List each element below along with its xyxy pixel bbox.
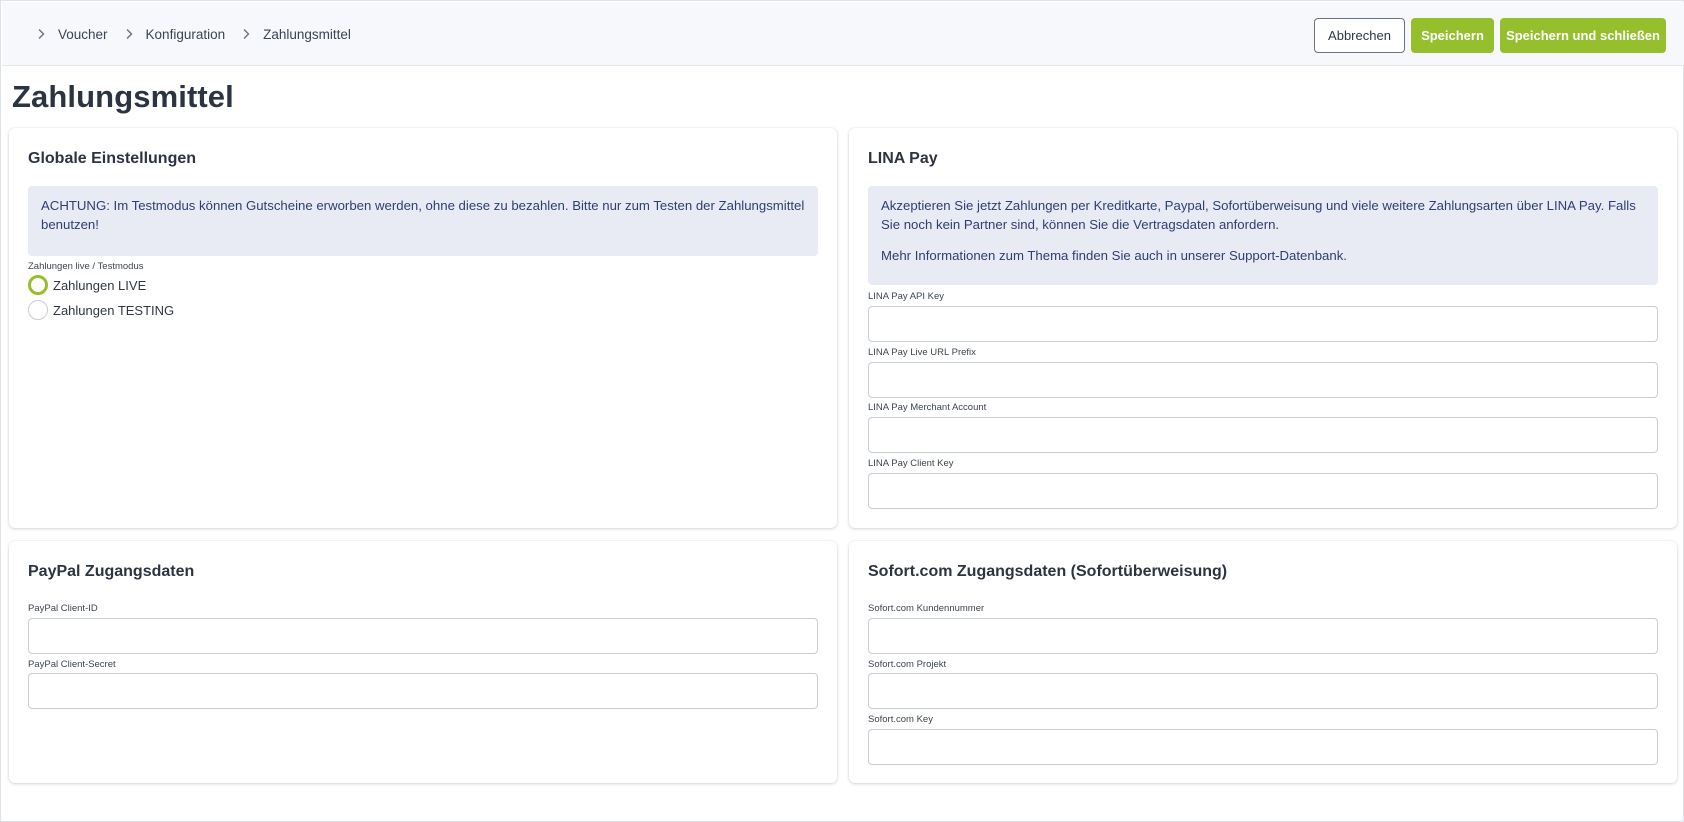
sofort-customer-number-input[interactable] bbox=[868, 618, 1658, 654]
paypal-client-id-input[interactable] bbox=[28, 618, 818, 654]
breadcrumb-label: Konfiguration bbox=[145, 26, 226, 42]
cancel-button[interactable]: Abbrechen bbox=[1314, 18, 1405, 53]
radio-label: Zahlungen LIVE bbox=[53, 277, 147, 293]
field-label: LINA Pay API Key bbox=[868, 291, 945, 302]
field-label: PayPal Client-Secret bbox=[28, 659, 116, 670]
card-title: LINA Pay bbox=[868, 150, 938, 167]
breadcrumb: Voucher Konfiguration Zahlungsmittel bbox=[32, 2, 363, 66]
card-title: Sofort.com Zugangsdaten (Sofortüberweisu… bbox=[868, 563, 1228, 580]
warning-text: ACHTUNG: Im Testmodus können Gutscheine … bbox=[41, 198, 805, 232]
breadcrumb-item-voucher[interactable]: Voucher bbox=[32, 25, 108, 43]
breadcrumb-label: Zahlungsmittel bbox=[263, 26, 351, 42]
field-label: LINA Pay Client Key bbox=[868, 458, 954, 469]
chevron-right-icon bbox=[120, 25, 138, 43]
radio-label: Zahlungen TESTING bbox=[53, 302, 175, 318]
field-label: PayPal Client-ID bbox=[28, 603, 98, 614]
test-mode-warning: ACHTUNG: Im Testmodus können Gutscheine … bbox=[28, 186, 818, 256]
lina-pay-live-url-prefix-input[interactable] bbox=[868, 362, 1658, 398]
sofort-key-input[interactable] bbox=[868, 729, 1658, 765]
sofort-card: Sofort.com Zugangsdaten (Sofortüberweisu… bbox=[849, 541, 1677, 783]
breadcrumb-item-zahlungsmittel: Zahlungsmittel bbox=[237, 25, 351, 43]
breadcrumb-label: Voucher bbox=[58, 26, 108, 42]
field-label: Sofort.com Key bbox=[868, 714, 933, 725]
info-text: Akzeptieren Sie jetzt Zahlungen per Kred… bbox=[881, 198, 1636, 232]
sofort-project-input[interactable] bbox=[868, 673, 1658, 709]
chevron-right-icon bbox=[32, 25, 50, 43]
field-label: LINA Pay Merchant Account bbox=[868, 402, 987, 413]
info-text: Mehr Informationen zum Thema finden Sie … bbox=[881, 248, 1347, 263]
page-title: Zahlungsmittel bbox=[12, 79, 234, 114]
field-label: LINA Pay Live URL Prefix bbox=[868, 347, 976, 358]
card-title: PayPal Zugangsdaten bbox=[28, 563, 195, 580]
radio-live[interactable]: Zahlungen LIVE bbox=[28, 275, 146, 295]
radio-checked-icon[interactable] bbox=[28, 275, 48, 295]
card-title: Globale Einstellungen bbox=[28, 150, 197, 167]
lina-pay-info: Akzeptieren Sie jetzt Zahlungen per Kred… bbox=[868, 186, 1658, 285]
paypal-client-secret-input[interactable] bbox=[28, 673, 818, 709]
radio-unchecked-icon[interactable] bbox=[28, 300, 48, 320]
lina-pay-api-key-input[interactable] bbox=[868, 306, 1658, 342]
save-button[interactable]: Speichern bbox=[1411, 18, 1494, 53]
global-settings-card: Globale Einstellungen ACHTUNG: Im Testmo… bbox=[9, 128, 837, 528]
lina-pay-merchant-account-input[interactable] bbox=[868, 417, 1658, 453]
chevron-right-icon bbox=[237, 25, 255, 43]
field-label: Sofort.com Kundennummer bbox=[868, 603, 985, 614]
breadcrumb-item-konfiguration[interactable]: Konfiguration bbox=[120, 25, 226, 43]
save-and-close-button[interactable]: Speichern und schließen bbox=[1500, 18, 1666, 53]
field-label: Sofort.com Projekt bbox=[868, 659, 947, 670]
lina-pay-client-key-input[interactable] bbox=[868, 473, 1658, 509]
radio-testing[interactable]: Zahlungen TESTING bbox=[28, 300, 174, 320]
app-frame: Voucher Konfiguration Zahlungsmittel Abb… bbox=[0, 0, 1684, 822]
top-bar: Voucher Konfiguration Zahlungsmittel Abb… bbox=[2, 2, 1684, 66]
payment-mode-label: Zahlungen live / Testmodus bbox=[28, 261, 144, 272]
lina-pay-card: LINA Pay Akzeptieren Sie jetzt Zahlungen… bbox=[849, 128, 1677, 528]
paypal-card: PayPal Zugangsdaten PayPal Client-ID Pay… bbox=[9, 541, 837, 783]
